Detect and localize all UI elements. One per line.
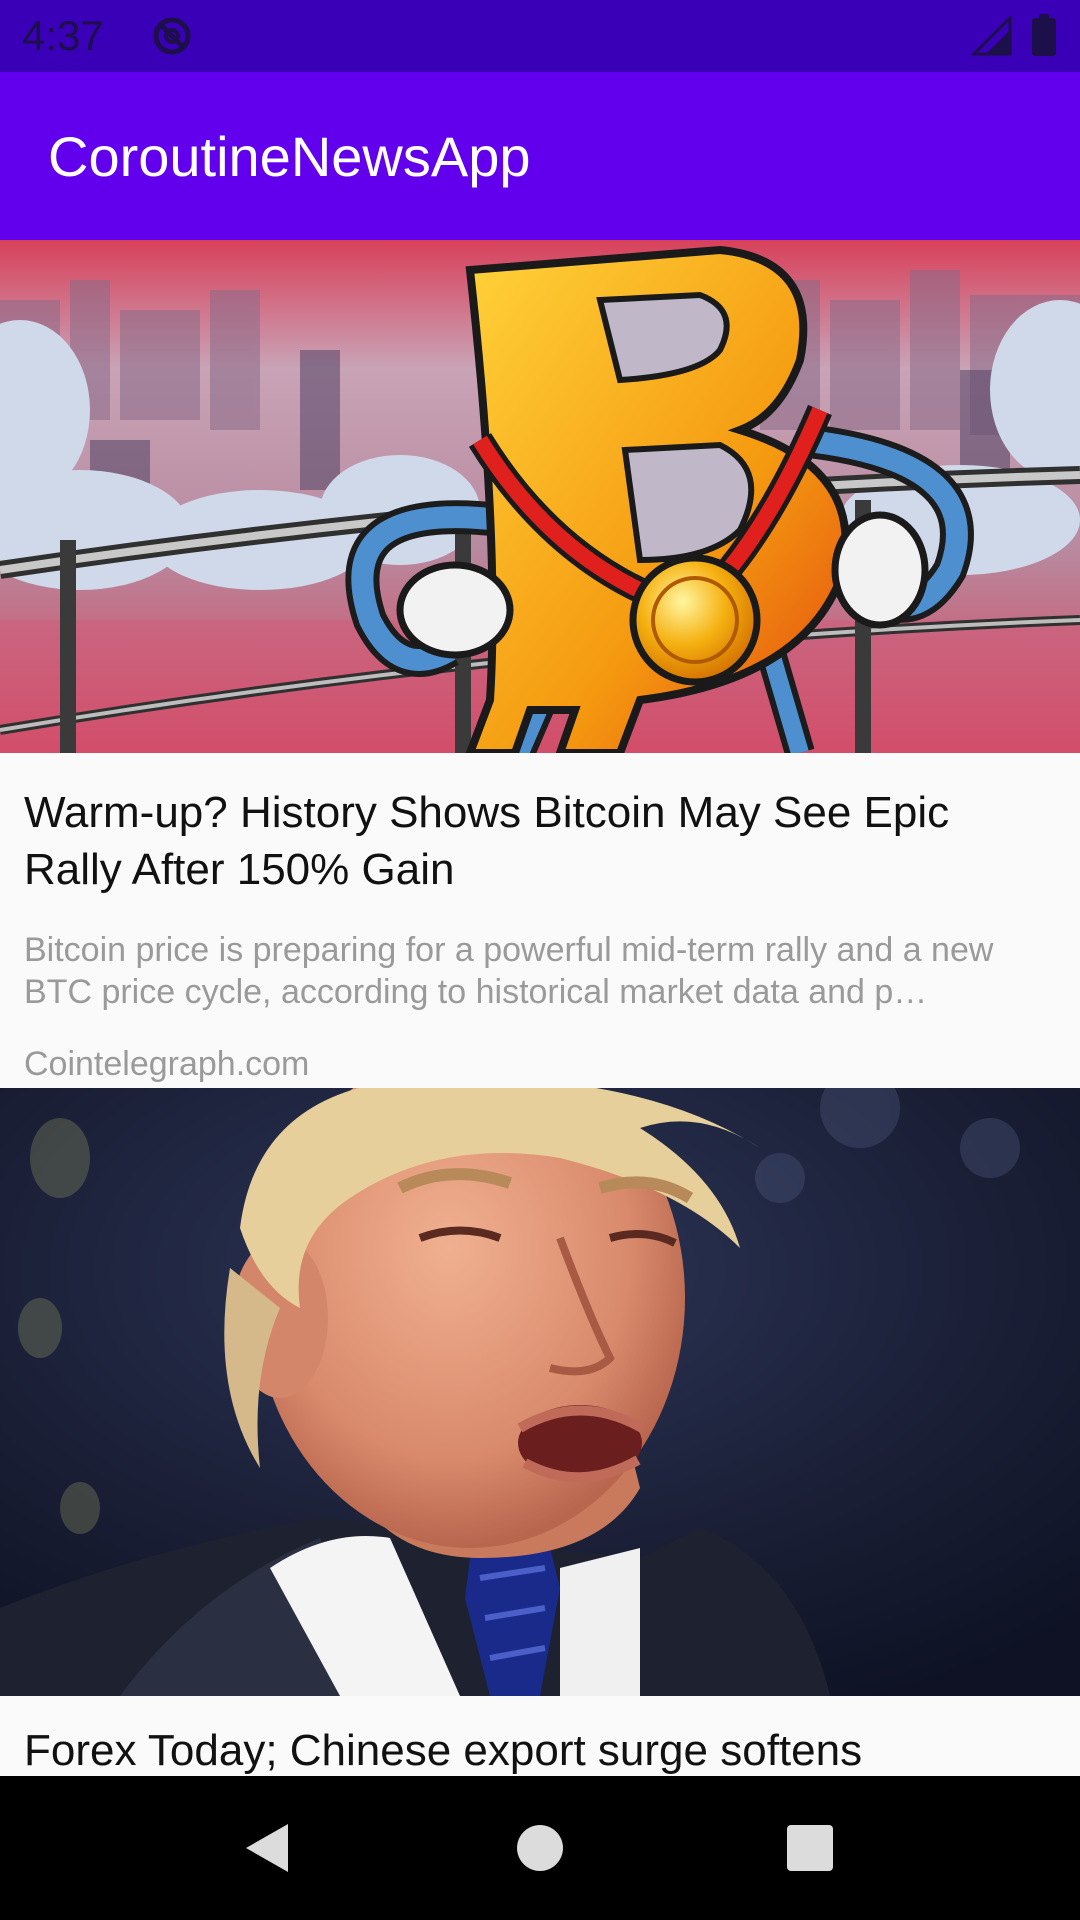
battery-icon — [1032, 14, 1056, 56]
news-feed[interactable]: Warm-up? History Shows Bitcoin May See E… — [0, 240, 1080, 1776]
screen: 4:37 CoroutineNewsApp Warm-up? History S… — [0, 0, 1080, 1920]
home-icon[interactable] — [508, 1816, 572, 1880]
article-card[interactable]: Warm-up? History Shows Bitcoin May See E… — [0, 240, 1080, 1088]
bitcoin-mascot-illustration — [0, 240, 1080, 753]
status-bar: 4:37 — [0, 0, 1080, 72]
do-not-disturb-icon — [153, 17, 191, 55]
navigation-bar — [0, 1776, 1080, 1920]
app-bar: CoroutineNewsApp — [0, 72, 1080, 240]
article-card[interactable]: Forex Today; Chinese export surge soften… — [0, 1088, 1080, 1776]
cell-signal-icon — [972, 16, 1012, 56]
article-title[interactable]: Forex Today; Chinese export surge soften… — [24, 1722, 1056, 1776]
article-source: Cointelegraph.com — [24, 1045, 310, 1083]
article-description: Bitcoin price is preparing for a powerfu… — [24, 931, 994, 1011]
speaker-portrait-photo — [0, 1088, 1080, 1696]
article-title[interactable]: Warm-up? History Shows Bitcoin May See E… — [24, 784, 1056, 898]
back-icon[interactable] — [236, 1816, 300, 1880]
recents-icon[interactable] — [778, 1816, 842, 1880]
status-time: 4:37 — [22, 12, 104, 59]
app-title: CoroutineNewsApp — [48, 125, 531, 188]
